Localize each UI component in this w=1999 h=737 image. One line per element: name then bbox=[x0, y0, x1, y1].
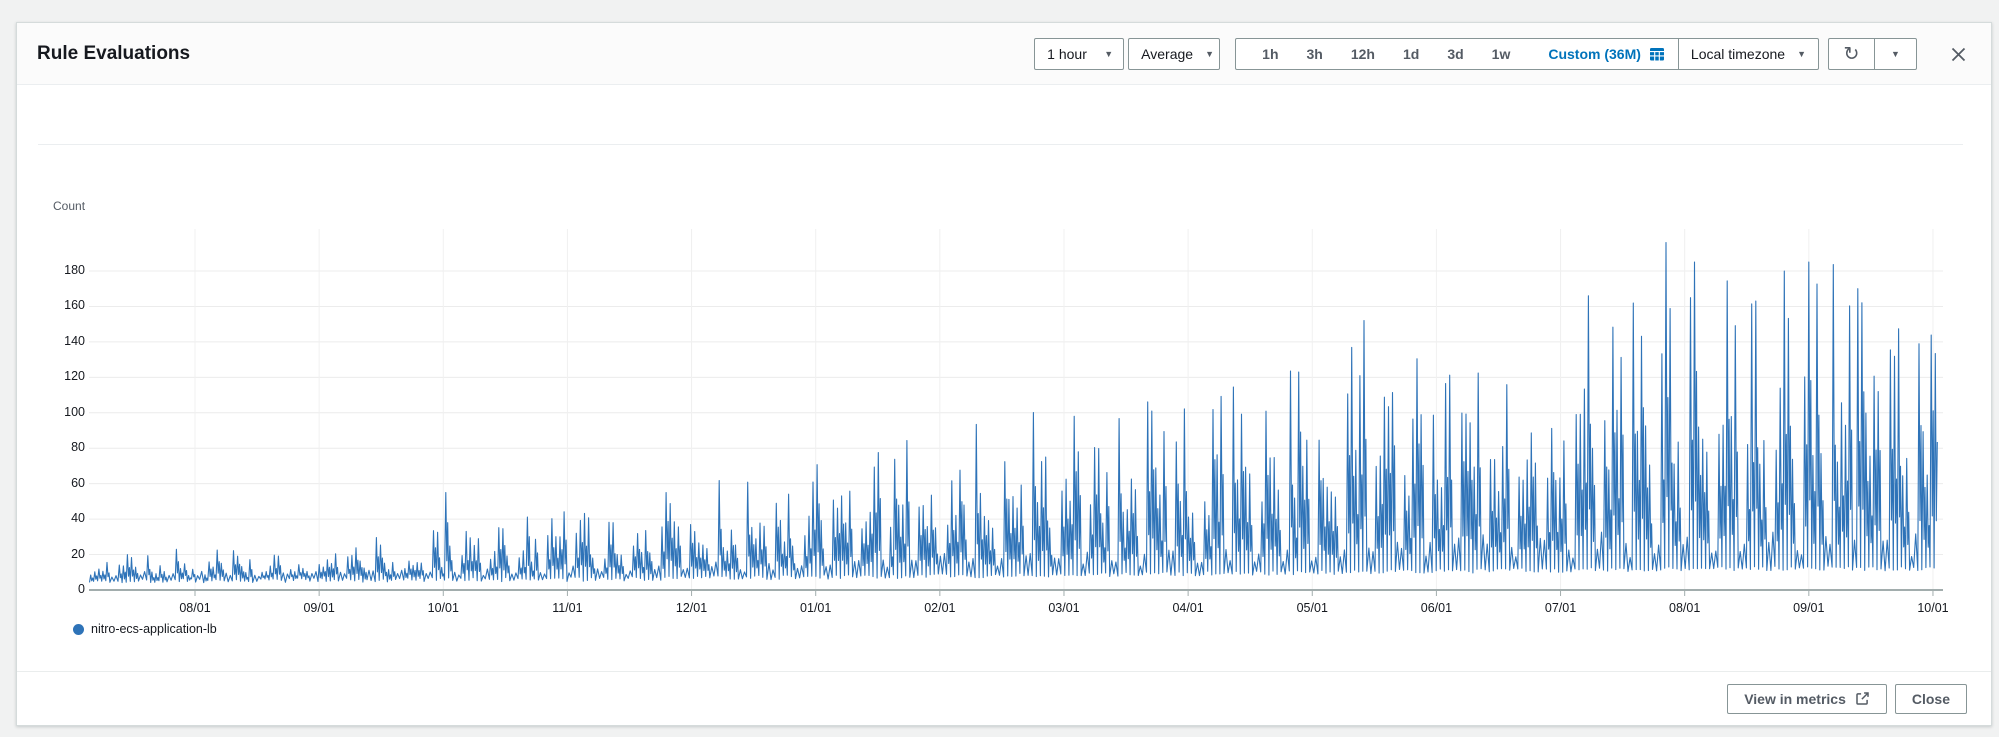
y-axis-tick-label: 40 bbox=[71, 511, 85, 526]
period-dropdown-value: 1 hour bbox=[1047, 46, 1087, 62]
y-axis-tick-label: 60 bbox=[71, 475, 85, 490]
x-axis-tick-label: 06/01 bbox=[1420, 601, 1453, 615]
x-axis-tick-label: 10/01 bbox=[427, 601, 459, 615]
quick-range-3h[interactable]: 3h bbox=[1307, 46, 1323, 62]
timezone-dropdown-value: Local timezone bbox=[1690, 46, 1786, 62]
widget-divider bbox=[38, 144, 1963, 145]
x-axis-tick-label: 01/01 bbox=[800, 601, 832, 615]
x-axis-tick-label: 11/01 bbox=[552, 601, 583, 615]
chevron-down-icon: ▼ bbox=[1205, 48, 1214, 59]
custom-range-link[interactable]: Custom (36M) bbox=[1548, 46, 1641, 62]
close-button[interactable]: Close bbox=[1894, 683, 1967, 714]
page: Rule Evaluations 1 hour ▼ Average ▼ 1h 3h… bbox=[0, 0, 1999, 737]
statistic-dropdown[interactable]: Average ▼ bbox=[1128, 38, 1221, 70]
x-axis-tick-label: 12/01 bbox=[675, 601, 708, 615]
rule-evaluations-chart[interactable] bbox=[89, 171, 1943, 601]
dialog-header: Rule Evaluations 1 hour ▼ Average ▼ 1h 3h… bbox=[17, 23, 1991, 85]
chart-legend: nitro-ecs-application-lb bbox=[73, 622, 217, 636]
refresh-split-button: ↻ ▼ bbox=[1828, 38, 1917, 70]
x-axis-tick-label: 09/01 bbox=[1793, 601, 1825, 615]
y-axis-tick-label: 180 bbox=[64, 263, 85, 277]
timezone-dropdown[interactable]: Local timezone ▼ bbox=[1677, 39, 1818, 69]
calendar-icon bbox=[1649, 48, 1664, 61]
x-axis-tick-label: 08/01 bbox=[179, 601, 211, 615]
dialog-footer: View in metrics Close bbox=[17, 671, 1991, 725]
y-axis-tick-label: 80 bbox=[71, 440, 85, 455]
quick-range-1w[interactable]: 1w bbox=[1492, 46, 1511, 62]
y-axis-tick-label: 0 bbox=[78, 582, 85, 596]
x-axis-tick-label: 05/01 bbox=[1296, 601, 1328, 615]
y-axis-tick-label: 20 bbox=[71, 546, 85, 561]
y-axis-tick-label: 100 bbox=[64, 404, 85, 419]
quick-range-1h[interactable]: 1h bbox=[1262, 46, 1278, 62]
y-axis-tick-label: 160 bbox=[64, 298, 85, 313]
legend-swatch bbox=[73, 623, 84, 635]
x-axis-tick-label: 09/01 bbox=[303, 601, 335, 615]
view-in-metrics-label: View in metrics bbox=[1744, 690, 1846, 707]
chart-controls: 1 hour ▼ Average ▼ 1h 3h 12h 1d 3d 1w Custom … bbox=[1034, 38, 1971, 70]
statistic-dropdown-value: Average bbox=[1141, 46, 1194, 62]
x-axis-tick-label: 10/01 bbox=[1917, 601, 1949, 615]
chevron-down-icon: ▼ bbox=[1797, 48, 1806, 59]
x-axis-tick-label: 04/01 bbox=[1172, 601, 1204, 615]
time-range-strip: 1h 3h 12h 1d 3d 1w Custom (36M) Local timezon… bbox=[1235, 38, 1819, 70]
x-axis-tick-label: 07/01 bbox=[1544, 601, 1577, 615]
custom-range-control[interactable]: Custom (36M) bbox=[1548, 39, 1678, 69]
y-axis-title: Count bbox=[53, 199, 86, 213]
quick-range-1d[interactable]: 1d bbox=[1403, 46, 1419, 62]
quick-ranges: 1h 3h 12h 1d 3d 1w bbox=[1236, 39, 1510, 69]
quick-range-3d[interactable]: 3d bbox=[1447, 46, 1463, 62]
x-axis-tick-label: 03/01 bbox=[1048, 601, 1080, 615]
chevron-down-icon: ▼ bbox=[1891, 48, 1900, 59]
legend-label: nitro-ecs-application-lb bbox=[91, 622, 217, 636]
external-link-icon bbox=[1856, 692, 1869, 705]
dialog-close-button[interactable] bbox=[1945, 41, 1971, 67]
close-button-label: Close bbox=[1911, 690, 1950, 707]
close-icon bbox=[1951, 47, 1965, 61]
refresh-options-button[interactable]: ▼ bbox=[1874, 39, 1916, 69]
period-dropdown[interactable]: 1 hour ▼ bbox=[1034, 38, 1125, 70]
page-title: Rule Evaluations bbox=[37, 42, 191, 64]
rule-evaluations-dialog: Rule Evaluations 1 hour ▼ Average ▼ 1h 3h… bbox=[16, 22, 1992, 726]
quick-range-12h[interactable]: 12h bbox=[1351, 46, 1375, 62]
chevron-down-icon: ▼ bbox=[1104, 48, 1114, 59]
refresh-button[interactable]: ↻ bbox=[1829, 39, 1874, 69]
x-axis-tick-label: 08/01 bbox=[1669, 601, 1701, 615]
y-axis-tick-label: 140 bbox=[64, 333, 85, 348]
view-in-metrics-button[interactable]: View in metrics bbox=[1727, 683, 1887, 714]
y-axis-tick-label: 120 bbox=[64, 369, 85, 384]
refresh-icon: ↻ bbox=[1843, 43, 1860, 65]
x-axis-tick-label: 02/01 bbox=[924, 601, 956, 615]
